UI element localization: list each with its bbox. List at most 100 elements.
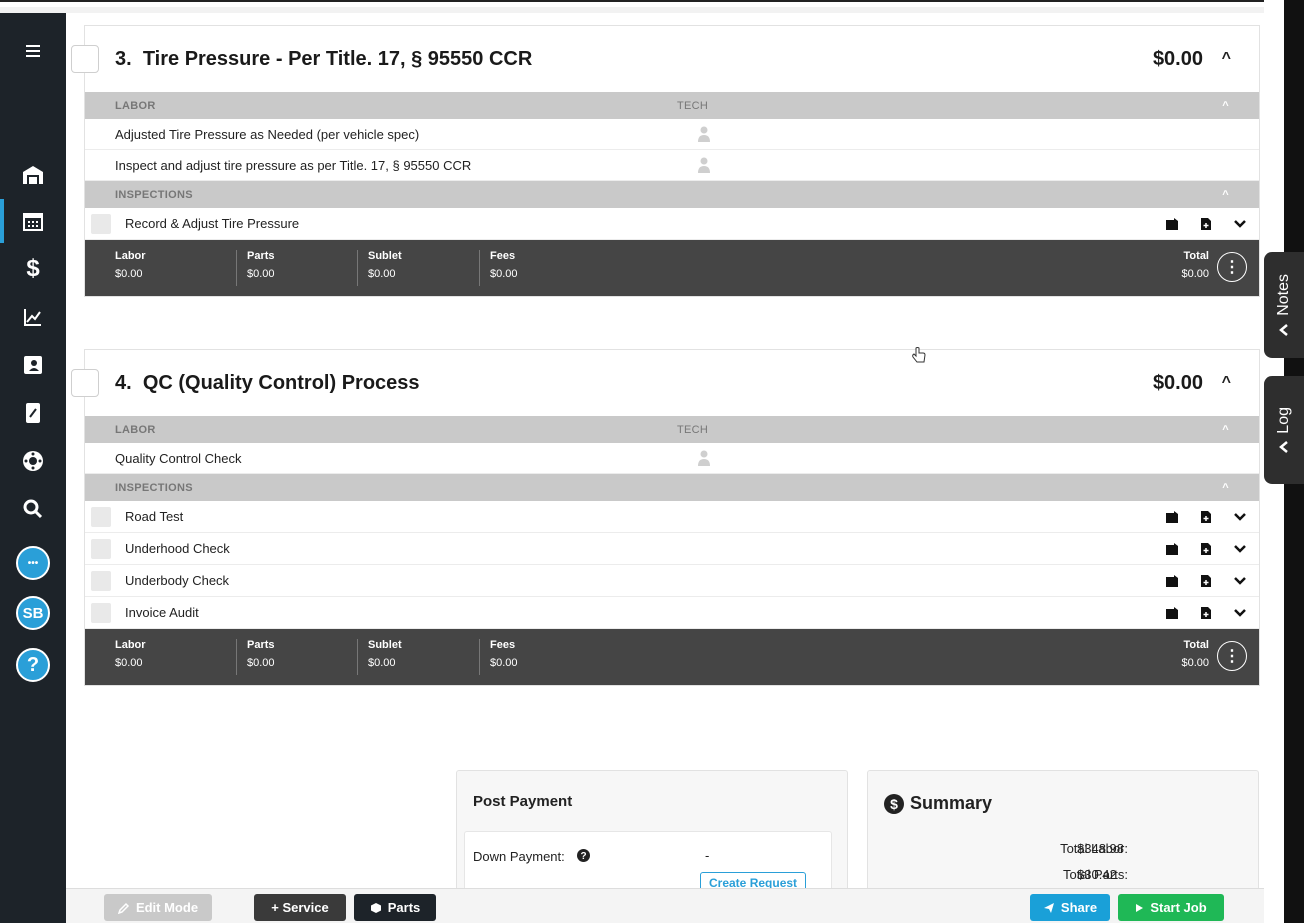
tire-icon[interactable] — [0, 439, 66, 483]
document-add-icon[interactable] — [1199, 574, 1213, 588]
tech-person-icon[interactable] — [697, 157, 711, 173]
service-title-text: Tire Pressure - Per Title. 17, § 95550 C… — [142, 47, 533, 70]
service-amount: $0.00 — [1152, 371, 1203, 394]
parts-total-label: Parts — [247, 250, 275, 262]
fees-total-label: Fees — [490, 639, 516, 651]
labor-total-value: $0.00 — [115, 268, 143, 280]
sublet-total-value: $0.00 — [368, 268, 396, 280]
share-button[interactable]: Share — [1030, 894, 1110, 921]
section-caret-icon[interactable]: ^ — [1222, 189, 1229, 201]
service-title: 3. Tire Pressure - Per Title. 17, § 9555… — [115, 48, 532, 71]
inspection-checkbox[interactable] — [91, 602, 111, 623]
sublet-total-label: Sublet — [368, 250, 402, 262]
collapse-caret-icon[interactable]: ^ — [1222, 374, 1231, 392]
inventory-icon[interactable] — [0, 391, 66, 435]
question-circle-icon[interactable]: ? — [577, 849, 590, 862]
start-job-label: Start Job — [1150, 900, 1207, 915]
document-add-icon[interactable] — [1199, 217, 1213, 231]
notes-tab[interactable]: Notes — [1264, 252, 1304, 358]
hamburger-menu-icon[interactable] — [0, 29, 66, 73]
search-icon[interactable] — [0, 487, 66, 531]
inspection-row[interactable]: Underbody Check — [85, 565, 1259, 597]
service-totals-bar: Labor $0.00 Parts $0.00 Sublet $0.00 Fee… — [85, 240, 1259, 296]
fees-total: Fees $0.00 — [479, 639, 518, 675]
section-caret-icon[interactable]: ^ — [1222, 100, 1229, 112]
document-add-icon[interactable] — [1199, 606, 1213, 620]
left-sidebar: $ ••• SB ? — [0, 13, 66, 923]
inspection-checkbox[interactable] — [91, 570, 111, 591]
shop-icon[interactable] — [0, 153, 66, 197]
dollar-circle-icon: $ — [884, 793, 904, 814]
inspection-row[interactable]: Road Test — [85, 501, 1259, 533]
service-header[interactable]: 3. Tire Pressure - Per Title. 17, § 9555… — [71, 26, 1259, 92]
section-caret-icon[interactable]: ^ — [1222, 482, 1229, 494]
document-add-icon[interactable] — [1199, 542, 1213, 556]
contacts-icon[interactable] — [0, 343, 66, 387]
section-caret-icon[interactable]: ^ — [1222, 424, 1229, 436]
top-border — [0, 0, 1304, 7]
photo-car-icon[interactable] — [1165, 217, 1179, 231]
service-number: 4. — [115, 371, 132, 394]
grand-total-value: $0.00 — [1181, 657, 1209, 669]
grand-total: Total $0.00 — [1181, 250, 1209, 280]
summary-heading: $ Summary — [884, 793, 992, 814]
dollar-icon[interactable]: $ — [0, 247, 66, 291]
inspection-checkbox[interactable] — [91, 213, 111, 234]
more-options-icon[interactable]: ⋮ — [1217, 252, 1247, 282]
tech-person-icon[interactable] — [697, 450, 711, 466]
chevron-down-icon[interactable] — [1233, 574, 1247, 588]
labor-total: Labor $0.00 — [105, 639, 146, 675]
labor-row[interactable]: Adjusted Tire Pressure as Needed (per ve… — [85, 119, 1259, 150]
cube-icon — [370, 902, 381, 913]
log-tab[interactable]: Log — [1264, 376, 1304, 484]
sublet-total: Sublet $0.00 — [357, 639, 402, 675]
inspection-row[interactable]: Underhood Check — [85, 533, 1259, 565]
inspection-row[interactable]: Record & Adjust Tire Pressure — [85, 208, 1259, 240]
add-service-button[interactable]: + Service — [254, 894, 346, 921]
photo-car-icon[interactable] — [1165, 574, 1179, 588]
photo-car-icon[interactable] — [1165, 510, 1179, 524]
photo-car-icon[interactable] — [1165, 606, 1179, 620]
help-button[interactable]: ? — [0, 643, 66, 687]
chat-button[interactable]: ••• — [0, 541, 66, 585]
labor-total: Labor $0.00 — [105, 250, 146, 286]
service-card-4: 4. QC (Quality Control) Process $0.00 ^ … — [71, 349, 1260, 686]
start-job-button[interactable]: Start Job — [1118, 894, 1224, 921]
bottom-toolbar: Edit Mode + Service Parts Share Start Jo… — [66, 888, 1264, 923]
chevron-down-icon[interactable] — [1233, 217, 1247, 231]
labor-row[interactable]: Inspect and adjust tire pressure as per … — [85, 150, 1259, 181]
chevron-down-icon[interactable] — [1233, 510, 1247, 524]
labor-row[interactable]: Quality Control Check — [85, 443, 1259, 474]
document-add-icon[interactable] — [1199, 510, 1213, 524]
service-header[interactable]: 4. QC (Quality Control) Process $0.00 ^ — [71, 350, 1259, 416]
service-checkbox[interactable] — [71, 45, 99, 73]
chevron-down-icon[interactable] — [1233, 606, 1247, 620]
inspection-label: Invoice Audit — [125, 605, 199, 620]
inspection-label: Underbody Check — [125, 573, 230, 588]
labor-description: Inspect and adjust tire pressure as per … — [115, 157, 472, 173]
help-icon: ? — [16, 648, 50, 682]
inspection-label: Underhood Check — [125, 541, 230, 556]
inspection-label: Record & Adjust Tire Pressure — [125, 216, 300, 231]
edit-mode-button[interactable]: Edit Mode — [104, 894, 212, 921]
send-icon — [1043, 902, 1054, 913]
sublet-total-label: Sublet — [368, 639, 402, 651]
post-payment-panel: Post Payment Down Payment: ? - Create Re… — [456, 770, 848, 901]
inspection-row[interactable]: Invoice Audit — [85, 597, 1259, 629]
service-checkbox[interactable] — [71, 369, 99, 397]
calendar-icon[interactable] — [0, 199, 66, 243]
chart-icon[interactable] — [0, 295, 66, 339]
more-options-icon[interactable]: ⋮ — [1217, 641, 1247, 671]
collapse-caret-icon[interactable]: ^ — [1222, 50, 1231, 68]
hand-cursor-icon — [912, 347, 926, 363]
photo-car-icon[interactable] — [1165, 542, 1179, 556]
tech-person-icon[interactable] — [697, 126, 711, 142]
inspection-checkbox[interactable] — [91, 506, 111, 527]
chevron-down-icon[interactable] — [1233, 542, 1247, 556]
labor-section-header: LABOR TECH ^ — [85, 92, 1259, 119]
parts-button[interactable]: Parts — [354, 894, 436, 921]
user-avatar[interactable]: SB — [0, 591, 66, 635]
service-totals-bar: Labor $0.00 Parts $0.00 Sublet $0.00 Fee… — [85, 629, 1259, 685]
pencil-icon — [117, 902, 129, 914]
inspection-checkbox[interactable] — [91, 538, 111, 559]
